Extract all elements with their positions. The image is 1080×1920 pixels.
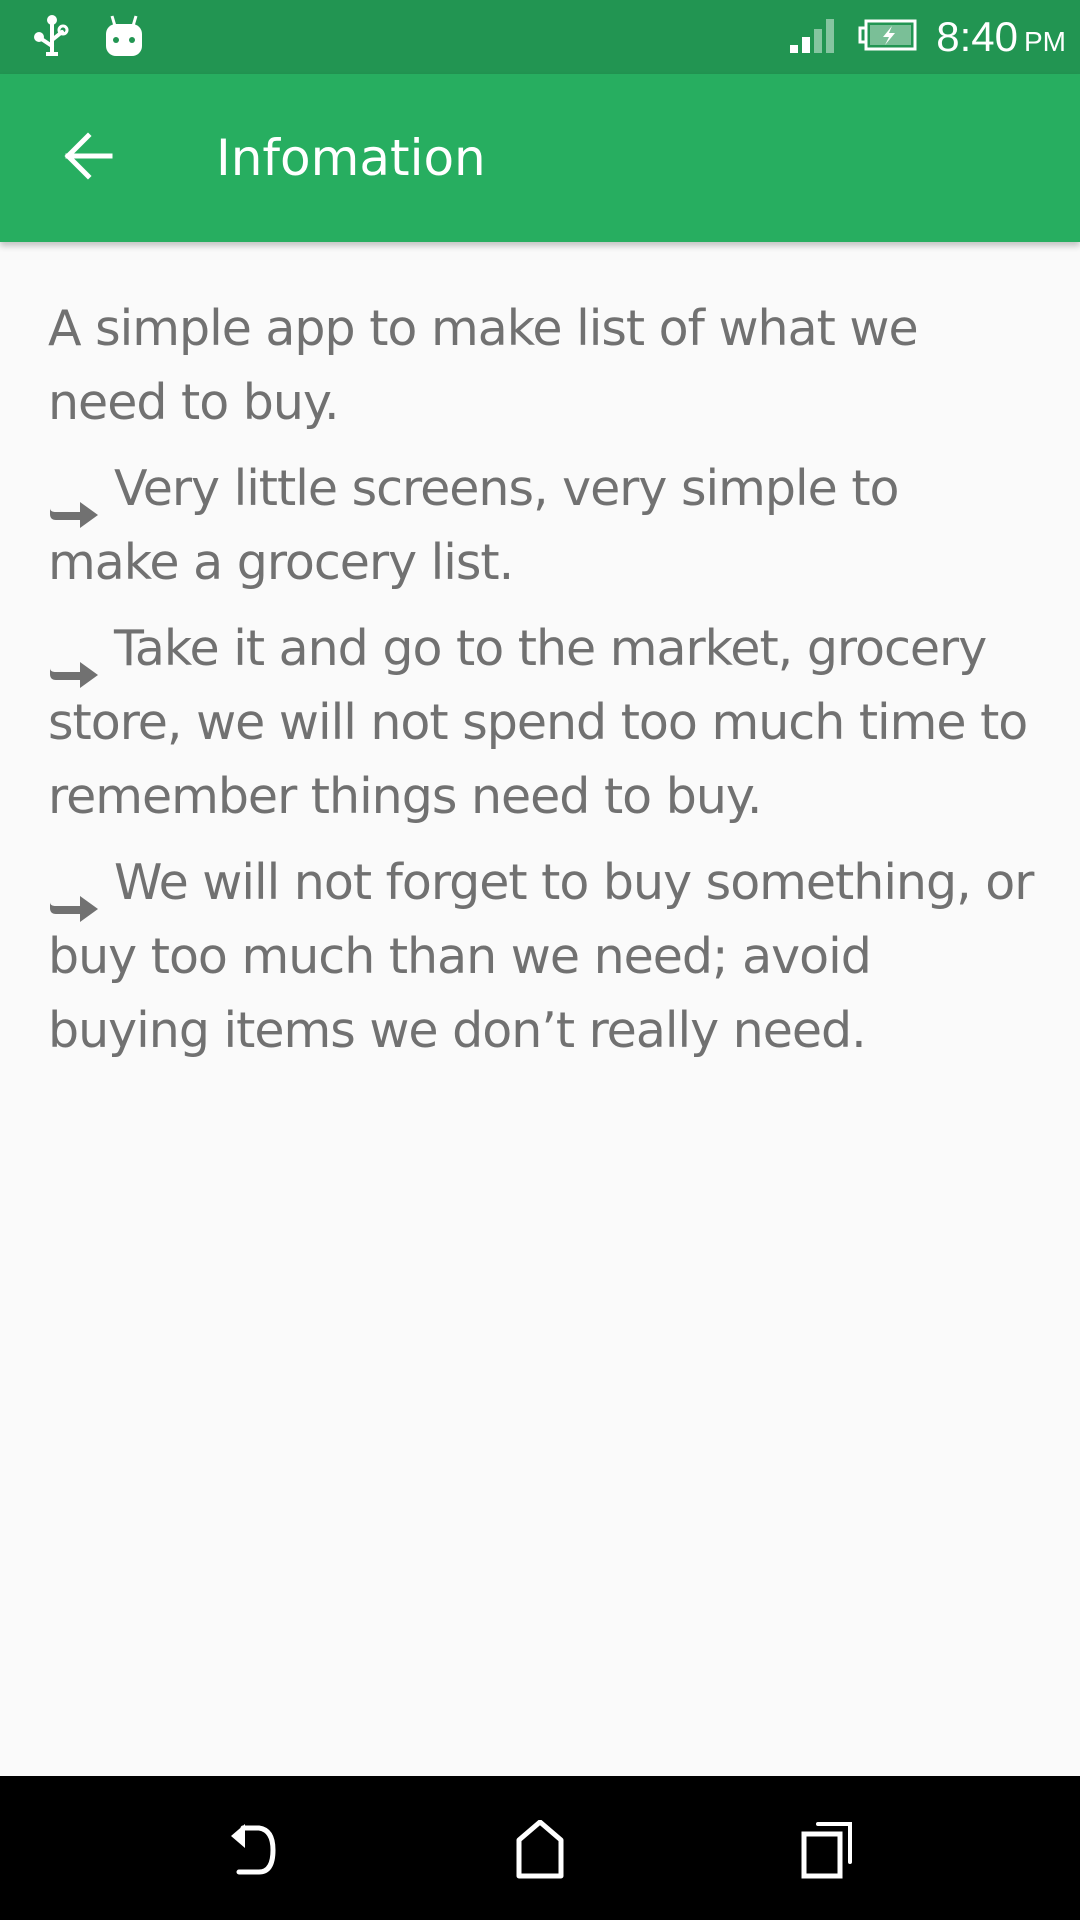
page-title: Infomation — [216, 129, 486, 187]
signal-icon — [788, 15, 840, 59]
clock-ampm: PM — [1024, 26, 1066, 57]
right-arrow-bullet-icon — [48, 637, 100, 688]
navigation-bar — [0, 1776, 1080, 1920]
info-point-text: Take it and go to the market, gro­cery s… — [48, 620, 1028, 825]
nav-recents-button[interactable] — [788, 1812, 868, 1892]
info-content: A simple app to make list of what we nee… — [48, 292, 1038, 1080]
arrow-left-icon — [62, 132, 114, 184]
status-bar: 8:40 PM — [0, 0, 1080, 74]
info-point-text: We will not forget to buy something, or … — [48, 854, 1034, 1059]
info-point-text: Very little screens, very simple to make… — [48, 460, 900, 591]
info-point: Very little screens, very simple to make… — [48, 452, 1038, 600]
right-arrow-bullet-icon — [48, 871, 100, 922]
battery-charging-icon — [858, 18, 918, 56]
toolbar: Infomation — [0, 74, 1080, 242]
clock-time: 8:40 — [936, 13, 1018, 60]
android-icon — [104, 14, 144, 62]
recents-icon — [800, 1820, 856, 1884]
home-icon — [515, 1819, 565, 1884]
clock: 8:40 PM — [936, 13, 1066, 61]
nav-home-button[interactable] — [500, 1812, 580, 1892]
back-button[interactable] — [50, 120, 126, 196]
nav-back-button[interactable] — [213, 1812, 293, 1892]
right-arrow-bullet-icon — [48, 477, 100, 528]
usb-icon — [34, 14, 70, 62]
info-point: We will not forget to buy something, or … — [48, 846, 1038, 1068]
info-point: Take it and go to the market, gro­cery s… — [48, 612, 1038, 834]
back-icon — [223, 1820, 283, 1884]
intro-text: A simple app to make list of what we nee… — [48, 300, 919, 431]
